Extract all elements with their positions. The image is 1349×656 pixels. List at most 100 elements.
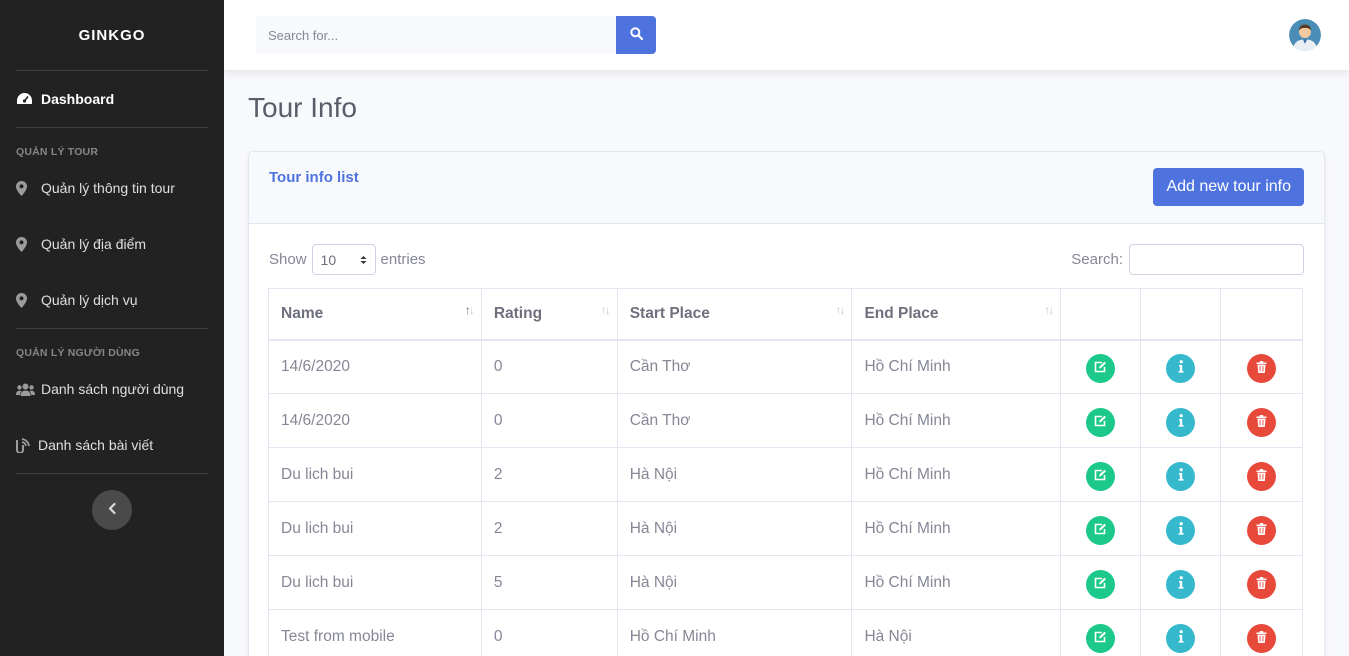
search-button[interactable] — [616, 16, 656, 54]
edit-icon — [1094, 360, 1107, 378]
cell-delete — [1220, 447, 1303, 502]
cell-rating: 0 — [480, 339, 618, 394]
cell-edit — [1060, 555, 1142, 610]
edit-icon — [1094, 630, 1107, 648]
sidebar-item-label: Quản lý dịch vụ — [41, 292, 138, 308]
column-header-name[interactable]: Name ↑↓ — [268, 288, 482, 341]
edit-button[interactable] — [1086, 624, 1116, 653]
edit-button[interactable] — [1086, 516, 1116, 545]
avatar[interactable] — [1289, 19, 1321, 51]
edit-icon — [1094, 576, 1107, 594]
sidebar-item-tour-info[interactable]: Quản lý thông tin tour — [0, 160, 224, 216]
info-icon — [1178, 575, 1184, 594]
info-icon — [1178, 413, 1184, 432]
cell-end-place: Hồ Chí Minh — [851, 339, 1062, 394]
cell-start-place: Hà Nội — [616, 555, 853, 610]
page-title: Tour Info — [248, 92, 357, 123]
cell-name: Test from mobile — [268, 609, 482, 656]
sort-icon: ↑↓ — [1044, 303, 1054, 317]
column-header-end-place[interactable]: End Place ↑↓ — [851, 288, 1062, 341]
column-header-rating[interactable]: Rating ↑↓ — [480, 288, 618, 341]
info-button[interactable] — [1166, 354, 1196, 384]
info-button[interactable] — [1166, 516, 1196, 545]
delete-button[interactable] — [1247, 354, 1277, 384]
cell-delete — [1220, 609, 1303, 656]
cell-end-place: Hà Nội — [851, 609, 1062, 656]
cell-name: 14/6/2020 — [268, 339, 482, 394]
cell-rating: 5 — [480, 555, 618, 610]
column-header-delete — [1220, 288, 1303, 341]
info-button[interactable] — [1166, 408, 1196, 437]
cell-start-place: Cần Thơ — [616, 393, 853, 448]
table-row: Test from mobile 0 Hồ Chí Minh Hà Nội — [268, 609, 1303, 656]
sidebar-item-users[interactable]: Danh sách người dùng — [0, 361, 224, 417]
sidebar-heading-users: QUẢN LÝ NGƯỜI DÙNG — [16, 347, 140, 359]
sidebar-item-label: Danh sách người dùng — [41, 381, 185, 397]
map-marker-icon — [16, 292, 34, 308]
search-input[interactable] — [256, 16, 616, 54]
delete-button[interactable] — [1247, 624, 1277, 653]
info-button[interactable] — [1166, 570, 1196, 599]
cell-end-place: Hồ Chí Minh — [851, 447, 1062, 502]
cell-end-place: Hồ Chí Minh — [851, 555, 1062, 610]
cell-info — [1140, 501, 1222, 556]
edit-button[interactable] — [1086, 408, 1116, 437]
sidebar-item-places[interactable]: Quản lý địa điểm — [0, 216, 224, 272]
edit-button[interactable] — [1086, 462, 1116, 491]
sidebar: GINKGO Dashboard QUẢN LÝ TOUR Quản lý th… — [0, 0, 224, 656]
sidebar-heading-tour: QUẢN LÝ TOUR — [16, 146, 99, 158]
tachometer-icon — [16, 92, 34, 107]
brand-logo[interactable]: GINKGO — [0, 0, 224, 70]
sidebar-toggle-button[interactable] — [92, 490, 132, 530]
sort-asc-icon: ↑↓ — [464, 303, 475, 317]
info-button[interactable] — [1166, 624, 1196, 653]
column-header-edit — [1060, 288, 1142, 341]
sidebar-item-label: Quản lý địa điểm — [41, 236, 147, 252]
map-marker-icon — [16, 236, 34, 252]
trash-icon — [1256, 360, 1267, 378]
table-row: 14/6/2020 0 Cần Thơ Hồ Chí Minh — [268, 339, 1303, 394]
delete-button[interactable] — [1247, 516, 1277, 545]
table-header-row: Name ↑↓ Rating ↑↓ Start Place ↑↓ End Place ↑… — [268, 288, 1303, 341]
topbar — [224, 0, 1349, 70]
cell-rating: 0 — [480, 393, 618, 448]
cell-edit — [1060, 609, 1142, 656]
cell-start-place: Cần Thơ — [616, 339, 853, 394]
sidebar-item-label: Dashboard — [41, 91, 115, 107]
cell-end-place: Hồ Chí Minh — [851, 393, 1062, 448]
info-button[interactable] — [1166, 462, 1196, 491]
edit-icon — [1094, 522, 1107, 540]
cell-name: Du lich bui — [268, 447, 482, 502]
info-icon — [1178, 629, 1184, 648]
sidebar-toggle-wrap — [0, 474, 224, 530]
edit-button[interactable] — [1086, 570, 1116, 599]
cell-rating: 2 — [480, 447, 618, 502]
cell-delete — [1220, 393, 1303, 448]
trash-icon — [1256, 414, 1267, 432]
cell-info — [1140, 339, 1222, 394]
column-header-start-place[interactable]: Start Place ↑↓ — [616, 288, 853, 341]
delete-button[interactable] — [1247, 408, 1277, 437]
trash-icon — [1256, 630, 1267, 648]
sort-icon: ↑↓ — [600, 303, 611, 317]
sidebar-item-dashboard[interactable]: Dashboard — [0, 71, 224, 127]
table-wrap: Name ↑↓ Rating ↑↓ Start Place ↑↓ End Place ↑… — [248, 151, 1325, 656]
sidebar-item-posts[interactable]: Danh sách bài viết — [0, 417, 224, 473]
delete-button[interactable] — [1247, 462, 1277, 491]
info-icon — [1178, 521, 1184, 540]
cell-info — [1140, 609, 1222, 656]
table-row: Du lich bui 5 Hà Nội Hồ Chí Minh — [268, 555, 1303, 610]
table-row: Du lich bui 2 Hà Nội Hồ Chí Minh — [268, 501, 1303, 556]
delete-button[interactable] — [1247, 570, 1277, 599]
trash-icon — [1256, 468, 1267, 486]
cell-start-place: Hà Nội — [616, 501, 853, 556]
sidebar-item-services[interactable]: Quản lý dịch vụ — [0, 272, 224, 328]
users-icon — [16, 383, 36, 396]
blog-icon — [16, 437, 32, 453]
edit-button[interactable] — [1086, 354, 1116, 384]
chevron-left-icon — [108, 501, 116, 519]
sort-icon: ↑↓ — [835, 303, 845, 317]
topbar-search — [256, 16, 656, 54]
cell-start-place: Hà Nội — [616, 447, 853, 502]
table-row: Du lich bui 2 Hà Nội Hồ Chí Minh — [268, 447, 1303, 502]
